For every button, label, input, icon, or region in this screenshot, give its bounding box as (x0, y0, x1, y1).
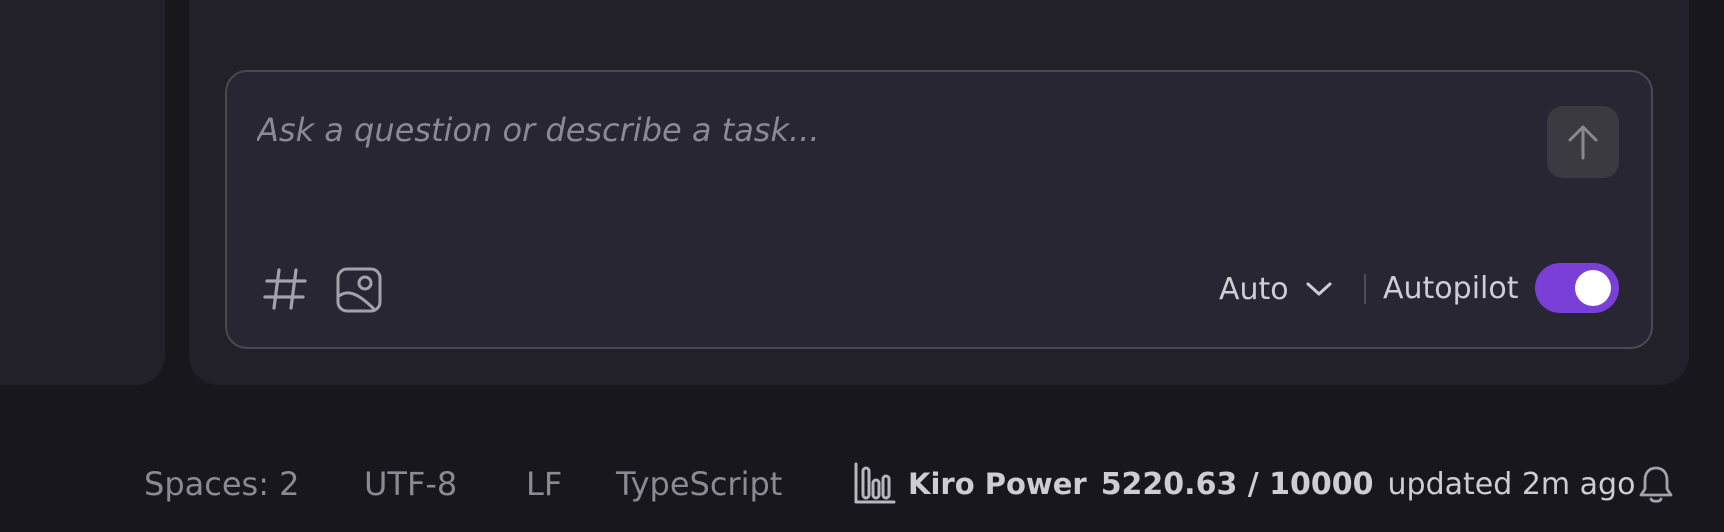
autopilot-label: Autopilot (1383, 271, 1519, 306)
hash-icon[interactable] (263, 266, 307, 312)
toggle-knob (1575, 270, 1611, 306)
indentation-status[interactable]: Spaces: 2 (144, 464, 300, 504)
composer-divider (1364, 274, 1366, 304)
encoding-status[interactable]: UTF-8 (364, 464, 457, 504)
kiro-power-status[interactable]: Kiro Power 5220.63 / 10000 updated 2m ag… (852, 462, 1635, 506)
chat-composer: Auto Autopilot (225, 70, 1653, 349)
autopilot-toggle[interactable] (1535, 263, 1619, 313)
status-bar: Spaces: 2 UTF-8 LF TypeScript Kiro Power… (0, 440, 1724, 532)
language-mode-status[interactable]: TypeScript (616, 464, 782, 504)
power-name: Kiro Power (908, 467, 1087, 501)
mode-select-value: Auto (1219, 271, 1289, 307)
chevron-down-icon (1306, 282, 1332, 296)
prompt-input[interactable] (257, 108, 1407, 152)
bell-icon[interactable] (1638, 464, 1674, 504)
send-button[interactable] (1547, 106, 1619, 178)
usage-chart-icon (854, 462, 896, 504)
image-icon[interactable] (335, 266, 383, 314)
arrow-up-icon (1568, 125, 1598, 160)
power-usage: 5220.63 / 10000 (1100, 466, 1374, 502)
line-ending-status[interactable]: LF (526, 464, 562, 504)
power-updated: updated 2m ago (1387, 466, 1636, 502)
left-side-panel (0, 0, 165, 385)
mode-select[interactable]: Auto (1219, 266, 1333, 312)
